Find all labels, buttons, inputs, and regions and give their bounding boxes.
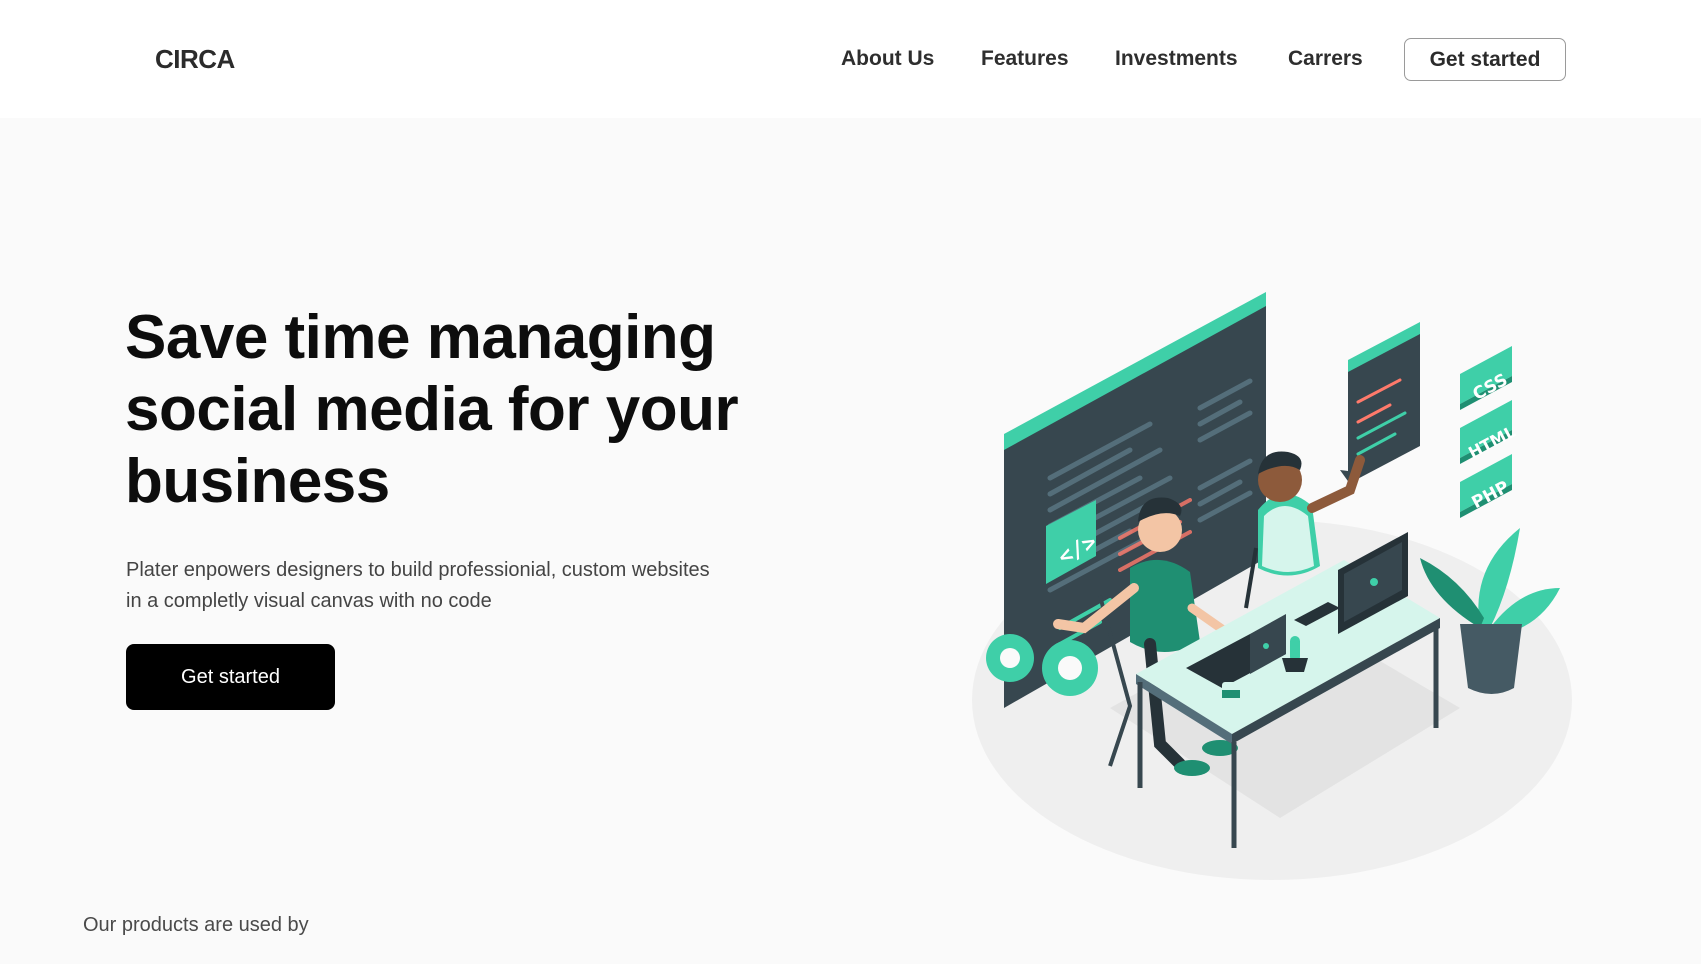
coffee-cup-icon: [1222, 682, 1240, 708]
tech-tags: CSS HTML PHP: [1460, 346, 1519, 518]
developers-at-desk-illustration: </> CSS HTML PHP: [972, 292, 1572, 880]
nav-link-about-us[interactable]: About Us: [841, 47, 934, 71]
floating-code-window: [1340, 322, 1420, 484]
hero-description: Plater enpowers designers to build profe…: [126, 559, 710, 612]
site-header: CIRCA About Us Features Investments Carr…: [0, 0, 1701, 118]
customers-label: Our products are used by: [83, 914, 309, 936]
hero-title: Save time managing social media for your…: [125, 303, 739, 516]
html-tag: HTML: [1460, 400, 1519, 464]
php-tag: PHP: [1460, 454, 1513, 518]
hero-get-started-button[interactable]: Get started: [126, 644, 335, 710]
header-get-started-button[interactable]: Get started: [1404, 38, 1566, 81]
nav-link-carrers[interactable]: Carrers: [1288, 47, 1363, 71]
nav-link-features[interactable]: Features: [981, 47, 1069, 71]
brand-logo[interactable]: CIRCA: [155, 44, 235, 75]
hero-section: Save time managing social media for your…: [0, 118, 1701, 964]
nav-link-investments[interactable]: Investments: [1115, 47, 1238, 71]
css-tag: CSS: [1460, 346, 1512, 410]
landing-page: CIRCA About Us Features Investments Carr…: [0, 0, 1701, 964]
